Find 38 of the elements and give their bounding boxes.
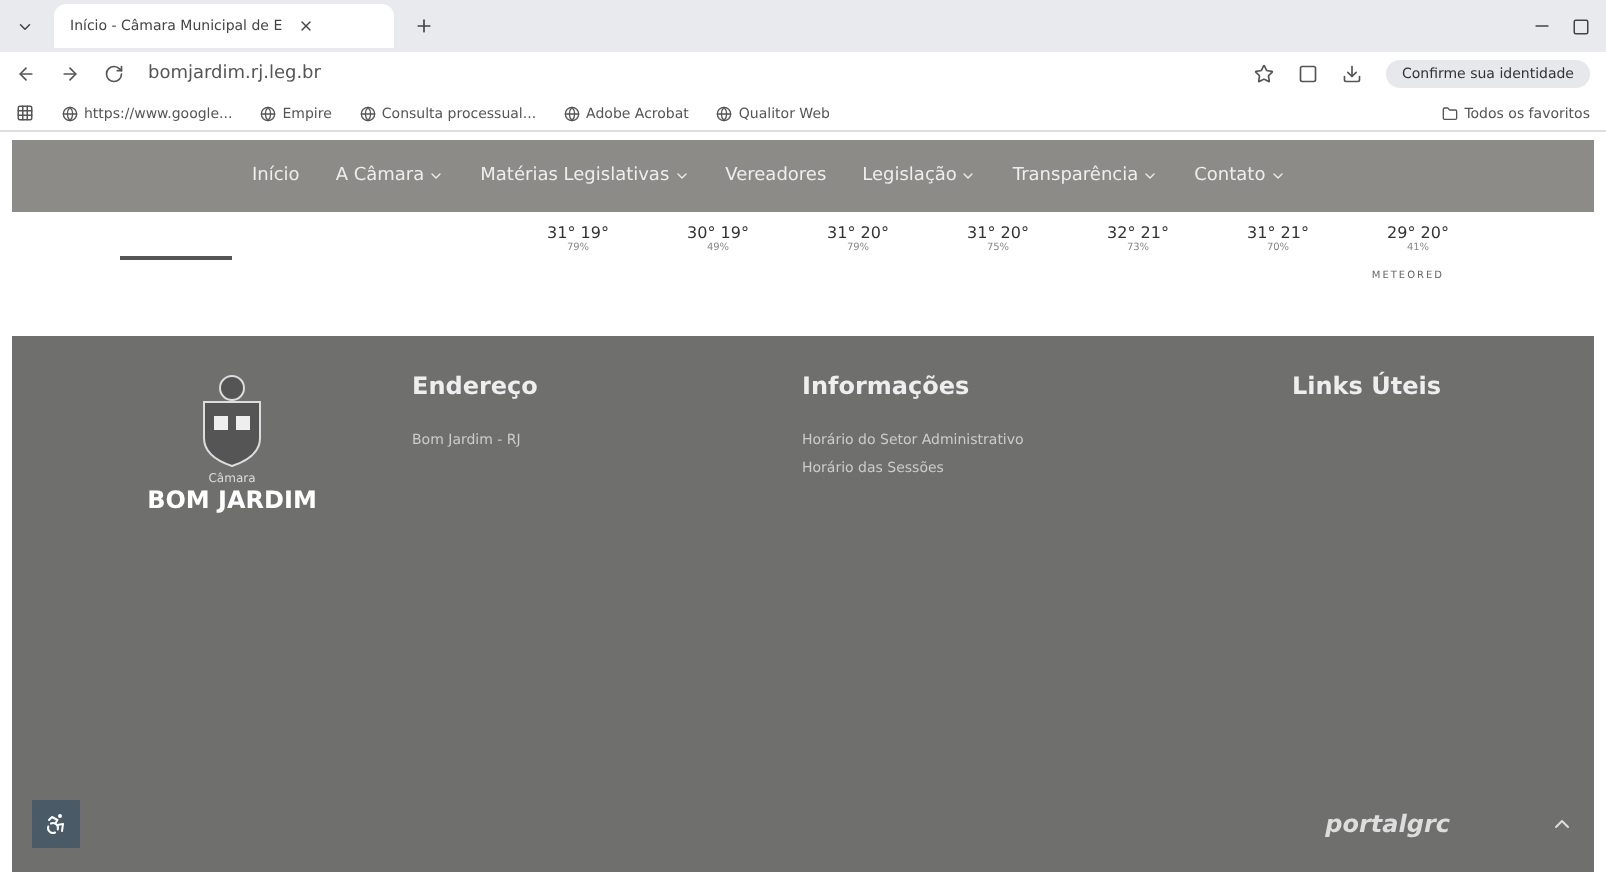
brand-logo: portalgrc bbox=[1325, 810, 1450, 838]
temperature: 32° 21° bbox=[1107, 224, 1169, 242]
accessibility-icon bbox=[44, 810, 68, 838]
globe-icon bbox=[716, 105, 733, 121]
globe-icon bbox=[260, 105, 277, 121]
star-icon[interactable] bbox=[1253, 64, 1274, 84]
close-icon[interactable] bbox=[298, 18, 315, 34]
accessibility-button[interactable] bbox=[32, 800, 80, 848]
nav-item[interactable]: Transparência bbox=[1012, 166, 1159, 186]
back-icon[interactable] bbox=[16, 64, 36, 84]
nav-item[interactable]: Matérias Legislativas bbox=[480, 166, 690, 186]
new-tab-icon[interactable] bbox=[414, 16, 434, 36]
nav-item[interactable]: Início bbox=[252, 166, 300, 186]
nav-item[interactable]: Contato bbox=[1194, 166, 1286, 186]
temperature: 31° 20° bbox=[827, 224, 889, 242]
temperature: 30° 19° bbox=[687, 224, 749, 242]
footer-heading: Informações bbox=[802, 372, 972, 400]
temperature: 31° 19° bbox=[547, 224, 609, 242]
globe-icon bbox=[62, 105, 78, 121]
logo-name: BOM JARDIM bbox=[147, 486, 317, 514]
folder-icon bbox=[1442, 105, 1459, 121]
nav-item[interactable]: Legislação bbox=[862, 166, 977, 186]
temperature: 31° 21° bbox=[1247, 224, 1309, 242]
reload-icon[interactable] bbox=[104, 64, 124, 84]
page-icon[interactable] bbox=[1297, 64, 1318, 84]
maximize-icon[interactable] bbox=[1572, 17, 1590, 35]
forward-icon[interactable] bbox=[60, 64, 80, 84]
footer-heading: Endereço bbox=[412, 372, 540, 400]
apps-icon[interactable] bbox=[16, 104, 34, 122]
footer-heading: Links Úteis bbox=[1292, 372, 1443, 400]
download-icon[interactable] bbox=[1341, 64, 1362, 84]
temperature: 31° 20° bbox=[967, 224, 1029, 242]
nav-item[interactable]: A Câmara bbox=[335, 166, 445, 186]
temperature: 29° 20° bbox=[1387, 224, 1449, 242]
globe-icon bbox=[359, 105, 376, 121]
nav-item[interactable]: Vereadores bbox=[725, 166, 827, 186]
address-field[interactable]: bomjardim.rj.leg.br bbox=[148, 64, 1230, 84]
globe-icon bbox=[564, 105, 581, 121]
